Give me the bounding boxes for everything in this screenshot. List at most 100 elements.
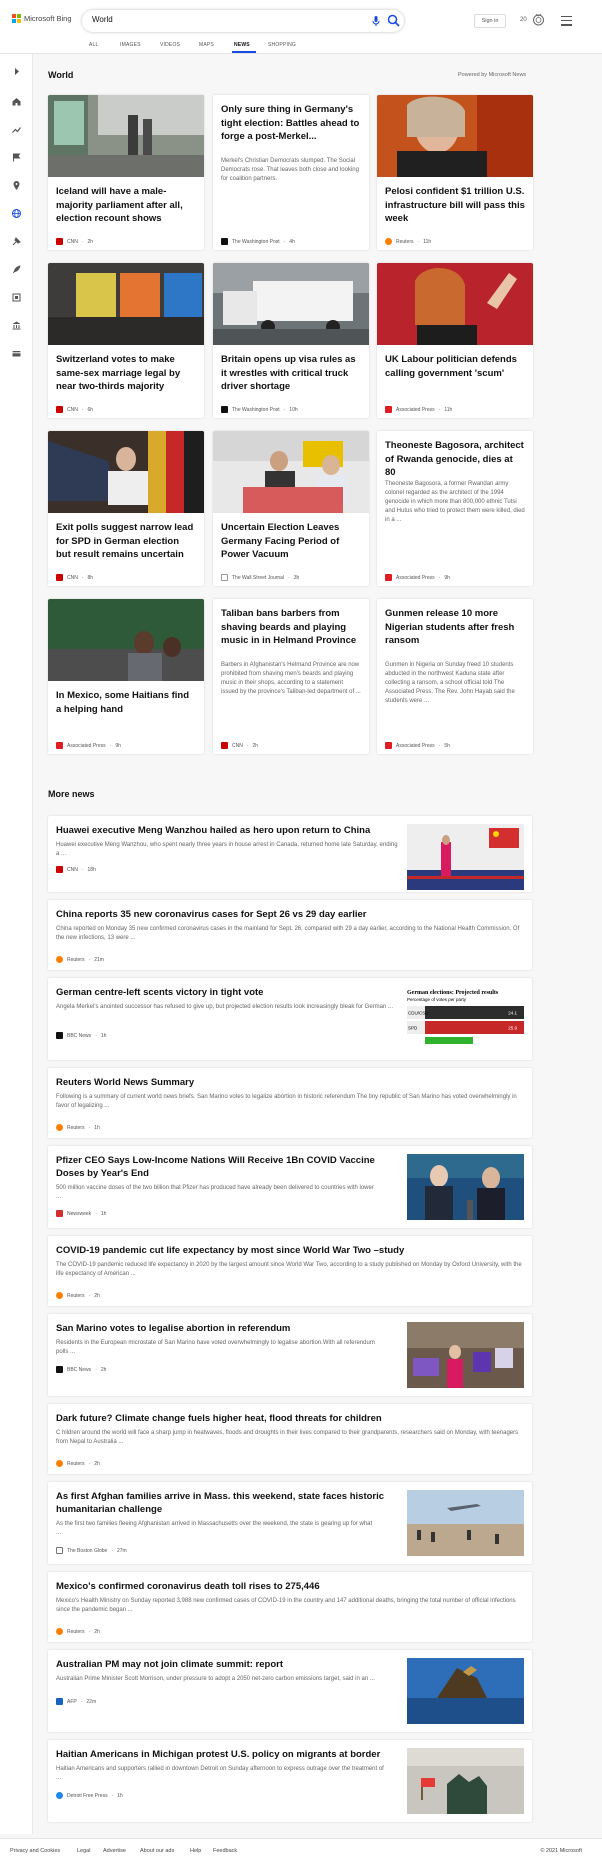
row-thumbnail	[407, 1322, 524, 1388]
card-title[interactable]: Britain opens up visa rules as it wrestl…	[221, 353, 361, 394]
news-card[interactable]: Britain opens up visa rules as it wrestl…	[213, 263, 369, 418]
row-title[interactable]: Haitian Americans in Michigan protest U.…	[56, 1748, 396, 1761]
chart-label-spd: SPD	[408, 1026, 418, 1031]
science-icon[interactable]	[11, 236, 22, 247]
search-box[interactable]: World	[82, 10, 404, 32]
news-card[interactable]: Gunmen release 10 more Nigerian students…	[377, 599, 533, 754]
card-title[interactable]: Iceland will have a male-majority parlia…	[56, 185, 196, 226]
card-title[interactable]: Only sure thing in Germany's tight elect…	[221, 103, 361, 144]
brand-name: Microsoft Bing	[24, 14, 72, 23]
news-row[interactable]: Reuters World News Summary Following is …	[48, 1068, 532, 1138]
globe-icon[interactable]	[11, 208, 22, 219]
rewards-count[interactable]: 20	[520, 17, 527, 23]
row-thumbnail	[407, 1154, 524, 1220]
row-source: Reuters · 21m	[56, 956, 104, 963]
copyright: © 2021 Microsoft	[540, 1848, 582, 1854]
news-row[interactable]: Huawei executive Meng Wanzhou hailed as …	[48, 816, 532, 892]
card-title[interactable]: Theoneste Bagosora, architect of Rwanda …	[385, 439, 525, 480]
row-thumbnail	[407, 1748, 524, 1814]
news-row[interactable]: Haitian Americans in Michigan protest U.…	[48, 1740, 532, 1822]
hamburger-menu-icon[interactable]	[561, 16, 572, 26]
footer-link-privacy[interactable]: Privacy and Cookies	[10, 1848, 60, 1854]
bing-logo[interactable]: Microsoft Bing	[12, 14, 72, 23]
news-row[interactable]: Pfizer CEO Says Low-Income Nations Will …	[48, 1146, 532, 1228]
film-icon[interactable]	[11, 292, 22, 303]
card-title[interactable]: Switzerland votes to make same-sex marri…	[56, 353, 196, 394]
news-row[interactable]: Mexico's confirmed coronavirus death tol…	[48, 1572, 532, 1642]
chart-label-cdu: CDU/CSU	[408, 1011, 429, 1016]
row-snippet: Haitian Americans and supporters rallied…	[56, 1766, 384, 1781]
footer-link-advertise[interactable]: Advertise	[103, 1848, 126, 1854]
row-title[interactable]: Mexico's confirmed coronavirus death tol…	[56, 1580, 524, 1593]
tab-news[interactable]: NEWS	[234, 42, 250, 48]
expand-chevron-icon[interactable]	[11, 66, 22, 77]
row-title[interactable]: Dark future? Climate change fuels higher…	[56, 1412, 524, 1425]
news-card[interactable]: UK Labour politician defends calling gov…	[377, 263, 533, 418]
card-title[interactable]: Uncertain Election Leaves Germany Facing…	[221, 521, 361, 562]
row-title[interactable]: Australian PM may not join climate summi…	[56, 1658, 396, 1671]
flag-icon[interactable]	[11, 152, 22, 163]
tab-videos[interactable]: VIDEOS	[160, 42, 180, 48]
card-image	[48, 431, 204, 513]
news-card[interactable]: Pelosi confident $1 trillion U.S. infras…	[377, 95, 533, 250]
tab-all[interactable]: ALL	[89, 42, 99, 48]
sign-in-button[interactable]: Sign in	[474, 14, 506, 28]
news-card[interactable]: Switzerland votes to make same-sex marri…	[48, 263, 204, 418]
trending-icon[interactable]	[11, 124, 22, 135]
card-title[interactable]: Gunmen release 10 more Nigerian students…	[385, 607, 525, 648]
news-card[interactable]: Exit polls suggest narrow lead for SPD i…	[48, 431, 204, 586]
card-source: CNN · 2h	[221, 742, 258, 749]
row-title[interactable]: COVID-19 pandemic cut life expectancy by…	[56, 1244, 524, 1257]
news-row[interactable]: COVID-19 pandemic cut life expectancy by…	[48, 1236, 532, 1306]
row-source: Reuters · 1h	[56, 1124, 100, 1131]
powered-by-label: Powered by Microsoft News	[458, 72, 527, 78]
credit-card-icon[interactable]	[11, 348, 22, 359]
card-title[interactable]: UK Labour politician defends calling gov…	[385, 353, 525, 380]
microphone-icon[interactable]	[370, 15, 382, 27]
tab-images[interactable]: IMAGES	[120, 42, 141, 48]
row-thumbnail	[407, 824, 524, 890]
news-card[interactable]: Theoneste Bagosora, architect of Rwanda …	[377, 431, 533, 586]
row-title[interactable]: Reuters World News Summary	[56, 1076, 524, 1089]
card-title[interactable]: In Mexico, some Haitians find a helping …	[56, 689, 196, 716]
rewards-medal-icon[interactable]	[532, 13, 545, 26]
search-input[interactable]: World	[92, 15, 113, 24]
footer-link-about-ads[interactable]: About our ads	[140, 1848, 174, 1854]
card-title[interactable]: Pelosi confident $1 trillion U.S. infras…	[385, 185, 525, 226]
news-card[interactable]: In Mexico, some Haitians find a helping …	[48, 599, 204, 754]
tab-maps[interactable]: MAPS	[199, 42, 214, 48]
bank-icon[interactable]	[11, 320, 22, 331]
row-title[interactable]: As first Afghan families arrive in Mass.…	[56, 1490, 396, 1516]
location-pin-icon[interactable]	[11, 180, 22, 191]
associated-press-logo-icon	[385, 406, 392, 413]
news-row[interactable]: Australian PM may not join climate summi…	[48, 1650, 532, 1732]
row-title[interactable]: Huawei executive Meng Wanzhou hailed as …	[56, 824, 396, 837]
search-icon[interactable]	[387, 14, 400, 27]
news-row[interactable]: China reports 35 new coronavirus cases f…	[48, 900, 532, 970]
row-snippet: As the first two families fleeing Afghan…	[56, 1521, 373, 1536]
card-image	[377, 263, 533, 345]
footer-link-feedback[interactable]: Feedback	[213, 1848, 237, 1854]
news-row[interactable]: German centre-left scents victory in tig…	[48, 978, 532, 1060]
news-card[interactable]: Taliban bans barbers from shaving beards…	[213, 599, 369, 754]
news-card[interactable]: Only sure thing in Germany's tight elect…	[213, 95, 369, 250]
row-title[interactable]: German centre-left scents victory in tig…	[56, 986, 396, 999]
news-row[interactable]: As first Afghan families arrive in Mass.…	[48, 1482, 532, 1564]
card-title[interactable]: Taliban bans barbers from shaving beards…	[221, 607, 361, 648]
row-title[interactable]: Pfizer CEO Says Low-Income Nations Will …	[56, 1154, 396, 1180]
footer-link-legal[interactable]: Legal	[77, 1848, 90, 1854]
news-card[interactable]: Uncertain Election Leaves Germany Facing…	[213, 431, 369, 586]
rocket-icon[interactable]	[11, 264, 22, 275]
row-title[interactable]: China reports 35 new coronavirus cases f…	[56, 908, 524, 921]
footer-link-help[interactable]: Help	[190, 1848, 201, 1854]
row-title[interactable]: San Marino votes to legalise abortion in…	[56, 1322, 396, 1335]
home-icon[interactable]	[11, 96, 22, 107]
card-snippet: Gunmen in Nigeria on Sunday freed 10 stu…	[385, 662, 515, 704]
card-title[interactable]: Exit polls suggest narrow lead for SPD i…	[56, 521, 196, 562]
news-card[interactable]: Iceland will have a male-majority parlia…	[48, 95, 204, 250]
election-chart-thumbnail: German elections: Projected results Perc…	[407, 986, 524, 1052]
detroit-free-press-logo-icon	[56, 1792, 63, 1799]
tab-shopping[interactable]: SHOPPING	[268, 42, 296, 48]
news-row[interactable]: Dark future? Climate change fuels higher…	[48, 1404, 532, 1474]
news-row[interactable]: San Marino votes to legalise abortion in…	[48, 1314, 532, 1396]
